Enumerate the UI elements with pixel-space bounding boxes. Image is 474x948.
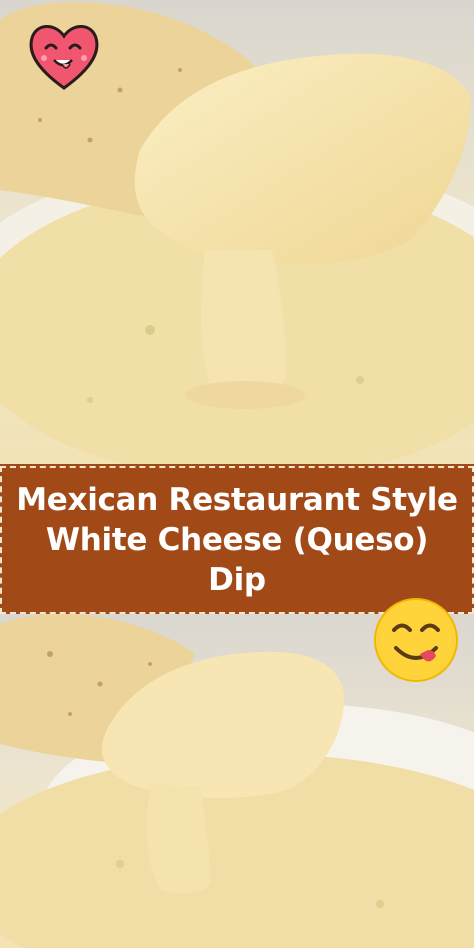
title-line-3: Dip xyxy=(208,562,266,598)
cheese-drip xyxy=(147,784,210,894)
yum-face-emoji-icon xyxy=(372,596,460,684)
title-line-2: White Cheese (Queso) xyxy=(45,522,429,558)
recipe-title: Mexican Restaurant Style White Cheese (Q… xyxy=(7,480,467,600)
heart-face-icon xyxy=(26,18,102,94)
cheese-drip xyxy=(201,250,286,392)
title-banner: Mexican Restaurant Style White Cheese (Q… xyxy=(0,464,474,616)
title-line-1: Mexican Restaurant Style xyxy=(16,482,458,518)
